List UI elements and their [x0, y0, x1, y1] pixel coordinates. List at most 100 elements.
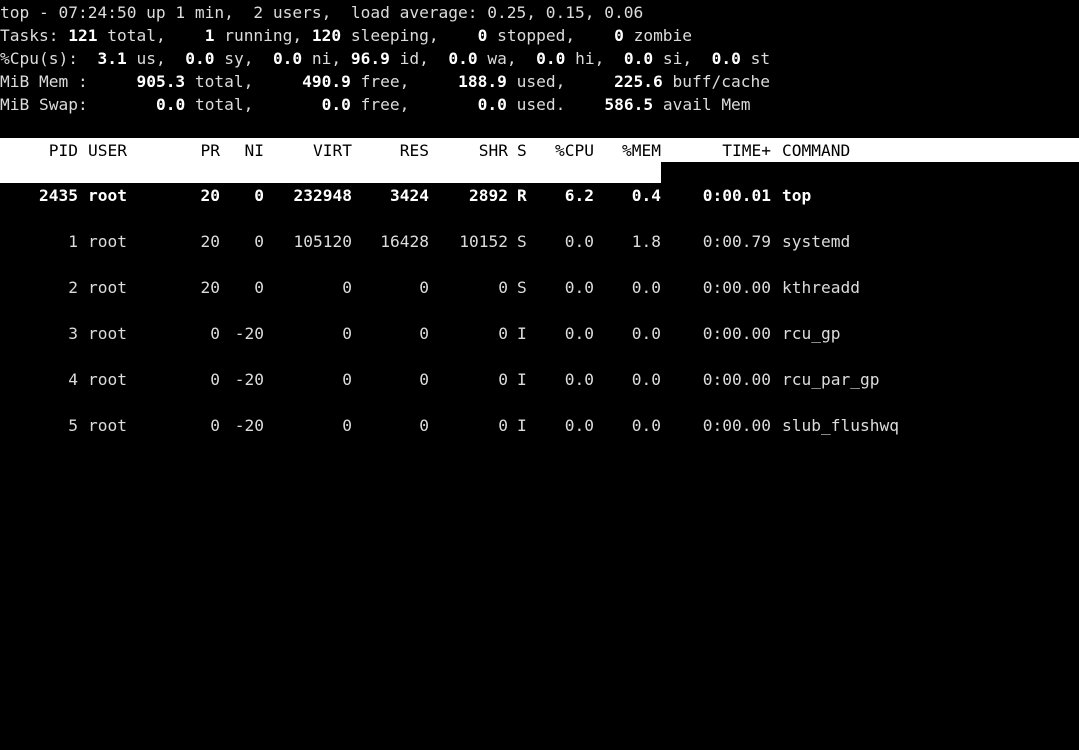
command-cell: slub_flushwq [782, 416, 899, 435]
swap-free-label: free, [350, 95, 410, 114]
tasks-stopped-label: stopped, [487, 26, 576, 45]
command-cell: systemd [782, 232, 851, 251]
mem-total-label: total, [185, 72, 254, 91]
command-cell: top [782, 186, 812, 205]
process-row-rcu_gp[interactable]: 3 root 0 -20 0 0 0 I 0.0 0.0 0:00.00 rcu… [0, 322, 1079, 346]
state-cell: R [517, 186, 527, 205]
cpu-ni-label: ni, [302, 49, 342, 68]
cpu-wa-label: wa, [477, 49, 517, 68]
uptime-text: top - 07:24:50 up 1 min, 2 users, load a… [0, 3, 644, 22]
pid-cell: 4 [68, 370, 78, 389]
mem-used-label: used, [506, 72, 566, 91]
cpu-cell: 0.0 [564, 232, 594, 251]
ni-cell: 0 [254, 186, 264, 205]
virt-cell: 0 [342, 370, 352, 389]
user-cell: root [88, 324, 127, 343]
res-cell: 16428 [380, 232, 429, 251]
mem-cell: 0.0 [631, 416, 661, 435]
state-cell: I [517, 324, 527, 343]
mem-label: MiB Mem : [0, 72, 88, 91]
virt-cell: 105120 [293, 232, 352, 251]
col-virt[interactable]: VIRT [270, 139, 352, 162]
time-cell: 0:00.79 [702, 232, 771, 251]
mem-free-label: free, [350, 72, 410, 91]
state-cell: I [517, 370, 527, 389]
col-ni[interactable]: NI [224, 139, 265, 162]
process-row-slub_flushwq[interactable]: 5 root 0 -20 0 0 0 I 0.0 0.0 0:00.00 slu… [0, 414, 1079, 438]
cpu-cell: 0.0 [564, 278, 594, 297]
cpu-us: 3.1 [97, 49, 127, 68]
tasks-sleeping-label: sleeping, [341, 26, 439, 45]
ni-cell: -20 [234, 370, 264, 389]
col-shr[interactable]: SHR [436, 139, 508, 162]
mem-used: 188.9 [458, 72, 507, 91]
ni-cell: -20 [234, 324, 264, 343]
res-cell: 0 [419, 416, 429, 435]
time-cell: 0:00.00 [702, 416, 771, 435]
col-res[interactable]: RES [356, 139, 429, 162]
cpu-cell: 0.0 [564, 416, 594, 435]
pid-cell: 2 [68, 278, 78, 297]
cpu-cell: 6.2 [564, 186, 594, 205]
mem-cell: 0.0 [631, 278, 661, 297]
mem-free: 490.9 [302, 72, 351, 91]
mem-cell: 0.0 [631, 324, 661, 343]
cpu-ni: 0.0 [272, 49, 303, 68]
shr-cell: 0 [498, 324, 508, 343]
user-cell: root [88, 278, 127, 297]
mem-cell: 1.8 [631, 232, 661, 251]
tasks-running: 1 [204, 26, 215, 45]
col-pid[interactable]: PID [0, 139, 78, 162]
ni-cell: 0 [254, 278, 264, 297]
time-cell: 0:00.01 [702, 186, 771, 205]
tasks-total: 121 [68, 26, 98, 45]
col-command[interactable]: COMMAND [782, 139, 850, 162]
cpu-wa: 0.0 [448, 49, 478, 68]
col-user[interactable]: USER [88, 139, 127, 162]
tasks-zombie: 0 [614, 26, 624, 45]
process-row-rcu_par_gp[interactable]: 4 root 0 -20 0 0 0 I 0.0 0.0 0:00.00 rcu… [0, 368, 1079, 392]
pr-cell: 20 [200, 232, 221, 251]
mem-buff: 225.6 [614, 72, 663, 91]
swap-label: MiB Swap: [0, 95, 88, 114]
pr-cell: 20 [200, 278, 221, 297]
col-mem[interactable]: %MEM [606, 139, 661, 162]
cpu-sy-label: sy, [214, 49, 254, 68]
swap-total-label: total, [185, 95, 254, 114]
tasks-stopped: 0 [477, 26, 488, 45]
user-cell: root [88, 232, 127, 251]
virt-cell: 232948 [293, 186, 352, 205]
column-header-extension [0, 162, 661, 183]
res-cell: 3424 [390, 186, 429, 205]
tasks-running-label: running, [214, 26, 303, 45]
shr-cell: 0 [498, 416, 508, 435]
command-cell: rcu_par_gp [782, 370, 880, 389]
mem-line: MiB Mem : 905.3 total, 490.9 free, 188.9… [0, 70, 770, 93]
cpu-st: 0.0 [711, 49, 741, 68]
col-state[interactable]: S [517, 139, 527, 162]
cpu-st-label: st [740, 49, 771, 68]
cpu-sy: 0.0 [185, 49, 215, 68]
process-row-systemd[interactable]: 1 root 20 0 105120 16428 10152 S 0.0 1.8… [0, 230, 1079, 254]
col-cpu[interactable]: %CPU [540, 139, 594, 162]
state-cell: I [517, 416, 527, 435]
pr-cell: 0 [210, 370, 220, 389]
process-row-kthreadd[interactable]: 2 root 20 0 0 0 0 S 0.0 0.0 0:00.00 kthr… [0, 276, 1079, 300]
mem-cell: 0.0 [631, 370, 661, 389]
command-cell: kthreadd [782, 278, 860, 297]
time-cell: 0:00.00 [702, 278, 771, 297]
cpu-line: %Cpu(s): 3.1 us, 0.0 sy, 0.0 ni, 96.9 id… [0, 47, 770, 70]
col-time[interactable]: TIME+ [670, 139, 771, 162]
col-pr[interactable]: PR [180, 139, 221, 162]
mem-total: 905.3 [136, 72, 186, 91]
pid-cell: 5 [68, 416, 78, 435]
swap-used: 0.0 [477, 95, 507, 114]
swap-avail: 586.5 [604, 95, 654, 114]
cpu-cell: 0.0 [564, 324, 594, 343]
process-row-top[interactable]: 2435 root 20 0 232948 3424 2892 R 6.2 0.… [0, 184, 1079, 208]
tasks-zombie-label: zombie [623, 26, 693, 45]
pid-cell: 3 [68, 324, 78, 343]
shr-cell: 2892 [469, 186, 508, 205]
tasks-line: Tasks: 121 total, 1 running, 120 sleepin… [0, 24, 692, 47]
shr-cell: 0 [498, 278, 508, 297]
